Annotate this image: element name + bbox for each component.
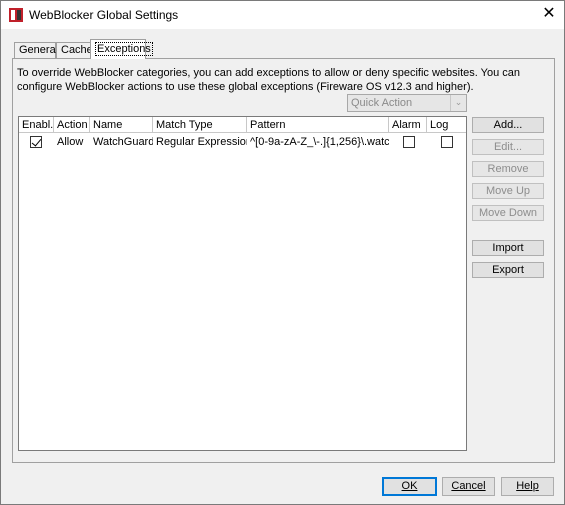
alarm-checkbox[interactable] [403, 136, 415, 148]
add-button[interactable]: Add... [472, 117, 544, 133]
row-action: Allow [57, 136, 84, 148]
row-pattern: ^[0-9a-zA-Z_\-.]{1,256}\.watchg... [250, 136, 389, 148]
quick-action-label: Quick Action [351, 97, 413, 109]
watchguard-logo-icon [9, 8, 23, 22]
import-button[interactable]: Import [472, 240, 544, 256]
exceptions-table: Enabl... Action Name Match Type Pattern … [18, 116, 467, 451]
column-header-alarm[interactable]: Alarm [389, 117, 427, 133]
tab-general[interactable]: General [14, 42, 59, 58]
window-title: WebBlocker Global Settings [29, 8, 179, 22]
tab-cache[interactable]: Cache [56, 42, 93, 58]
description-text: To override WebBlocker categories, you c… [17, 67, 521, 93]
close-icon[interactable]: ✕ [534, 3, 564, 27]
column-header-log[interactable]: Log [427, 117, 466, 133]
ok-label: OK [401, 480, 418, 492]
tab-general-label: General [19, 44, 59, 56]
column-header-name[interactable]: Name [90, 117, 153, 133]
enabled-checkbox[interactable] [30, 136, 42, 148]
export-button[interactable]: Export [472, 262, 544, 278]
column-header-action[interactable]: Action [54, 117, 90, 133]
column-header-enabled[interactable]: Enabl... [19, 117, 54, 133]
move-down-button[interactable]: Move Down [472, 205, 544, 221]
move-up-button[interactable]: Move Up [472, 183, 544, 199]
cancel-label: Cancel [451, 480, 486, 492]
row-name: WatchGuard [93, 136, 153, 148]
chevron-down-icon: ⌄ [450, 95, 466, 111]
cancel-button[interactable]: Cancel [442, 477, 495, 496]
help-button[interactable]: Help [501, 477, 554, 496]
title-bar: WebBlocker Global Settings ✕ [1, 1, 564, 29]
log-checkbox[interactable] [441, 136, 453, 148]
column-header-pattern[interactable]: Pattern [247, 117, 389, 133]
tab-exceptions[interactable]: Exceptions [90, 39, 153, 59]
settings-dialog: WebBlocker Global Settings ✕ General Cac… [0, 0, 565, 505]
table-header: Enabl... Action Name Match Type Pattern … [19, 117, 466, 133]
edit-button[interactable]: Edit... [472, 139, 544, 155]
ok-button[interactable]: OK [382, 477, 437, 496]
row-match-type: Regular Expression [156, 136, 247, 148]
help-label: Help [516, 480, 539, 492]
column-header-match-type[interactable]: Match Type [153, 117, 247, 133]
remove-button[interactable]: Remove [472, 161, 544, 177]
tab-exceptions-label: Exceptions [95, 42, 153, 56]
table-row[interactable]: Allow WatchGuard Regular Expression ^[0-… [19, 134, 466, 150]
quick-action-select[interactable]: Quick Action ⌄ [347, 94, 467, 112]
tab-cache-label: Cache [61, 44, 93, 56]
